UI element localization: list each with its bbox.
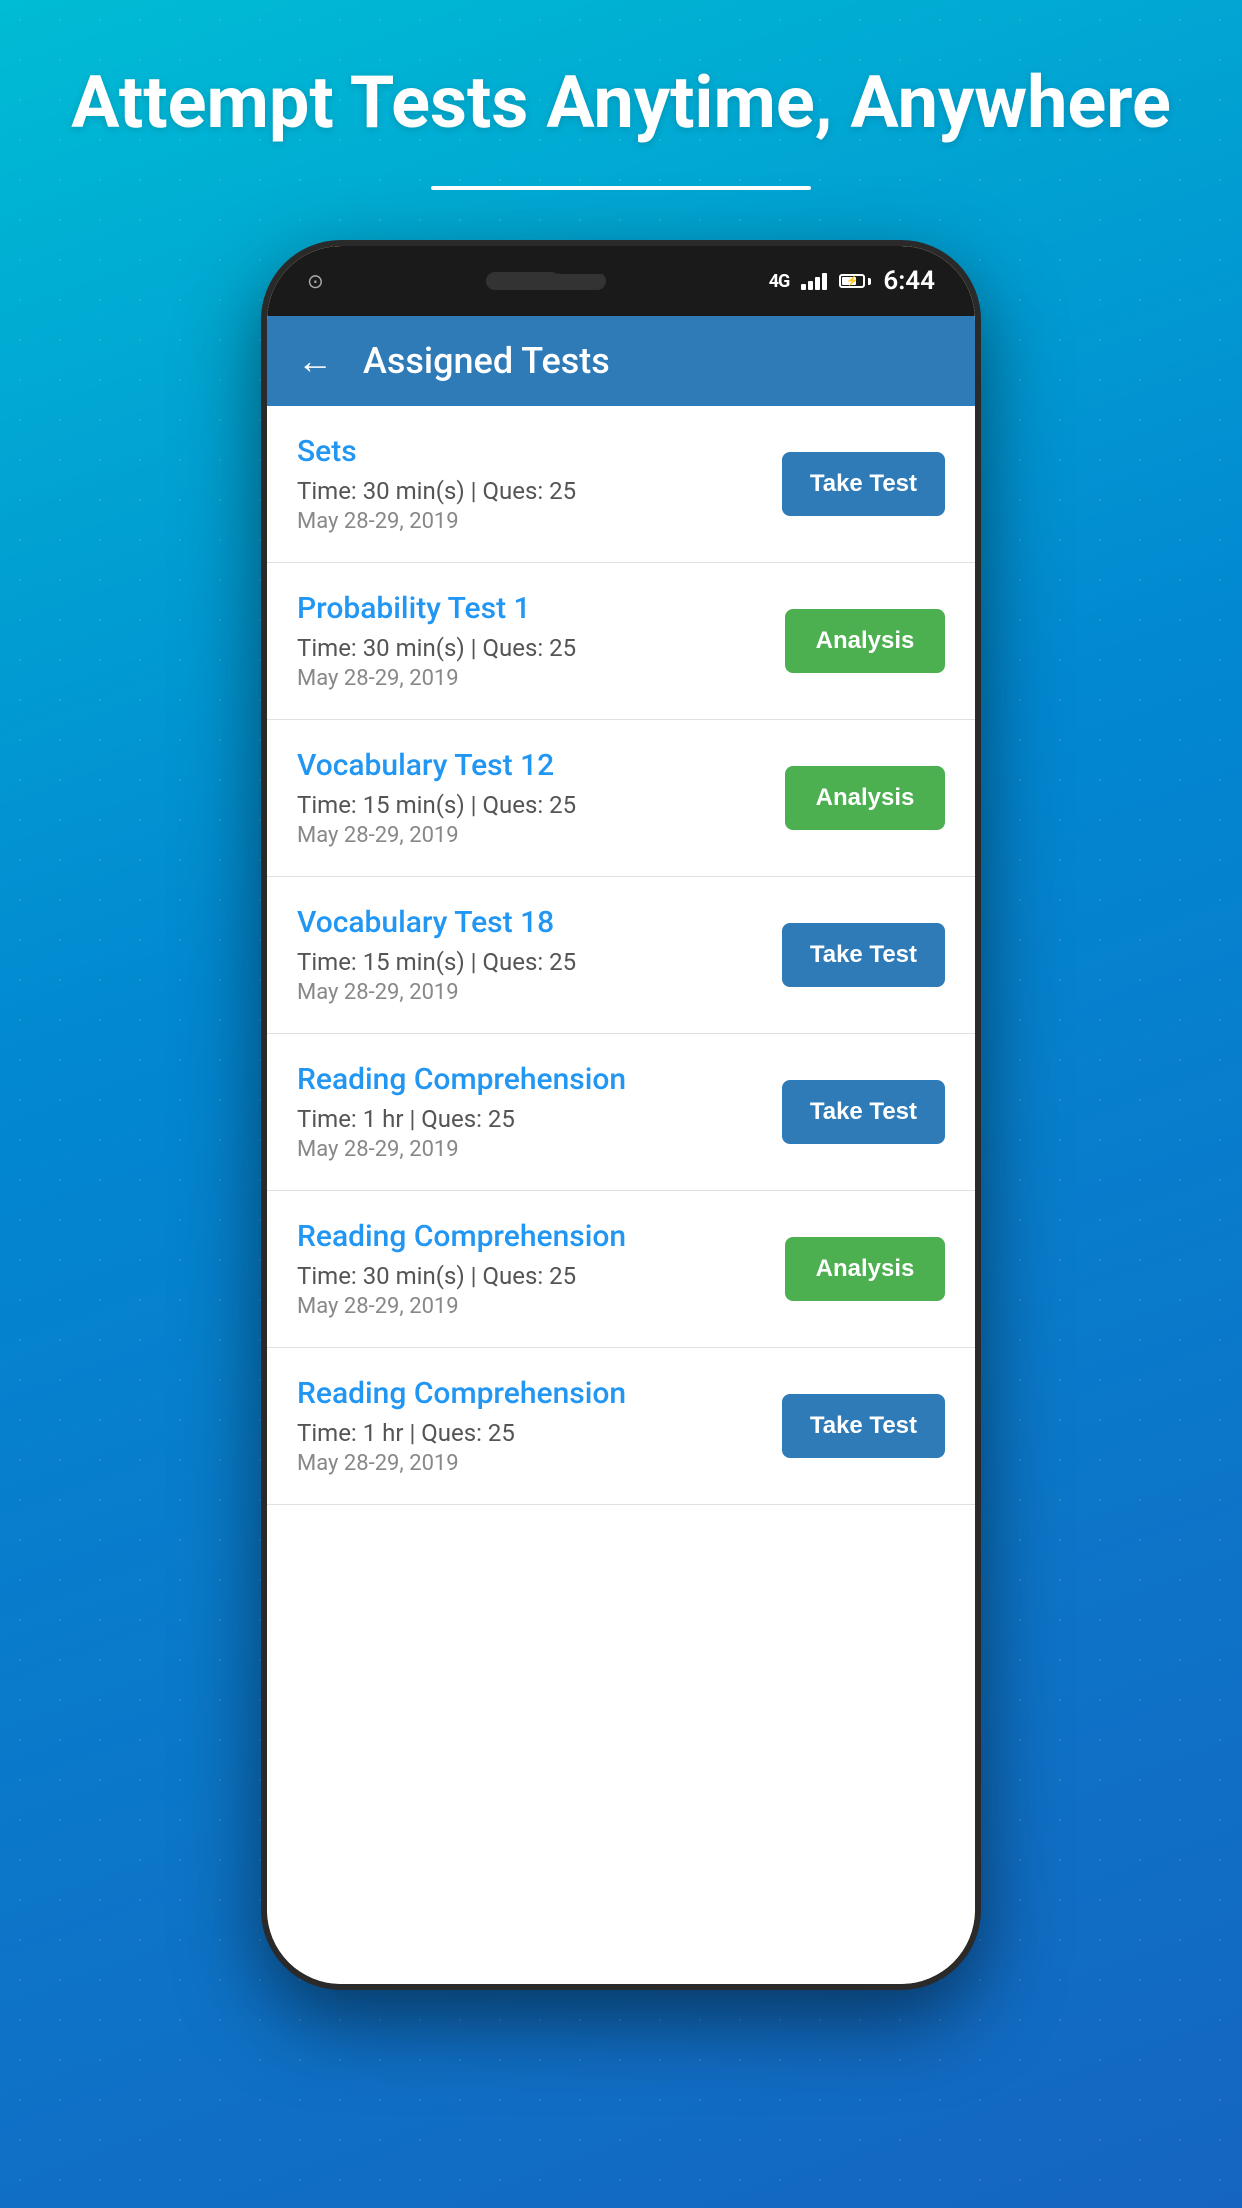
take-test-button[interactable]: Take Test <box>782 1080 945 1144</box>
status-speaker <box>486 272 606 290</box>
back-button[interactable]: ← <box>297 340 333 382</box>
status-right: 4G ⚡ 6:44 <box>769 266 935 296</box>
test-list: Sets Time: 30 min(s) | Ques: 25 May 28-29,… <box>267 406 975 1984</box>
test-name: Reading Comprehension <box>297 1219 785 1254</box>
test-meta: Time: 15 min(s) | Ques: 25 <box>297 948 782 976</box>
test-item: Probability Test 1 Time: 30 min(s) | Ques… <box>267 563 975 720</box>
test-item: Vocabulary Test 12 Time: 15 min(s) | Ques… <box>267 720 975 877</box>
take-test-button[interactable]: Take Test <box>782 923 945 987</box>
phone-inner: ⊙ 4G ⚡ 6:44 ← <box>267 246 975 1984</box>
analysis-button[interactable]: Analysis <box>785 766 945 830</box>
battery-icon: ⚡ <box>839 274 871 288</box>
test-meta: Time: 1 hr | Ques: 25 <box>297 1105 782 1133</box>
test-meta: Time: 30 min(s) | Ques: 25 <box>297 634 785 662</box>
test-info: Probability Test 1 Time: 30 min(s) | Ques… <box>297 591 785 691</box>
test-item: Reading Comprehension Time: 1 hr | Ques: … <box>267 1034 975 1191</box>
status-time: 6:44 <box>883 266 935 296</box>
test-item: Reading Comprehension Time: 1 hr | Ques: … <box>267 1348 975 1505</box>
test-item: Reading Comprehension Time: 30 min(s) | Q… <box>267 1191 975 1348</box>
test-info: Reading Comprehension Time: 1 hr | Ques: … <box>297 1376 782 1476</box>
take-test-button[interactable]: Take Test <box>782 452 945 516</box>
test-name: Reading Comprehension <box>297 1062 782 1097</box>
analysis-button[interactable]: Analysis <box>785 1237 945 1301</box>
test-date: May 28-29, 2019 <box>297 1137 782 1162</box>
test-info: Vocabulary Test 18 Time: 15 min(s) | Ques… <box>297 905 782 1005</box>
test-meta: Time: 30 min(s) | Ques: 25 <box>297 1262 785 1290</box>
test-date: May 28-29, 2019 <box>297 1294 785 1319</box>
test-date: May 28-29, 2019 <box>297 1451 782 1476</box>
app-header: ← Assigned Tests <box>267 316 975 406</box>
page-title: Assigned Tests <box>363 340 610 382</box>
test-date: May 28-29, 2019 <box>297 823 785 848</box>
test-name: Probability Test 1 <box>297 591 785 626</box>
test-date: May 28-29, 2019 <box>297 980 782 1005</box>
test-date: May 28-29, 2019 <box>297 666 785 691</box>
signal-bars <box>801 272 827 290</box>
test-info: Vocabulary Test 12 Time: 15 min(s) | Ques… <box>297 748 785 848</box>
test-item: Vocabulary Test 18 Time: 15 min(s) | Ques… <box>267 877 975 1034</box>
test-meta: Time: 15 min(s) | Ques: 25 <box>297 791 785 819</box>
test-name: Vocabulary Test 18 <box>297 905 782 940</box>
test-info: Sets Time: 30 min(s) | Ques: 25 May 28-29,… <box>297 434 782 534</box>
test-info: Reading Comprehension Time: 1 hr | Ques: … <box>297 1062 782 1162</box>
test-name: Vocabulary Test 12 <box>297 748 785 783</box>
hero-divider <box>431 186 811 190</box>
phone-frame: ⊙ 4G ⚡ 6:44 ← <box>261 240 981 1990</box>
phone-notch <box>541 246 701 274</box>
test-info: Reading Comprehension Time: 30 min(s) | Q… <box>297 1219 785 1319</box>
take-test-button[interactable]: Take Test <box>782 1394 945 1458</box>
status-left: ⊙ <box>307 269 324 293</box>
test-meta: Time: 30 min(s) | Ques: 25 <box>297 477 782 505</box>
test-meta: Time: 1 hr | Ques: 25 <box>297 1419 782 1447</box>
network-badge: 4G <box>769 271 790 292</box>
test-name: Sets <box>297 434 782 469</box>
status-icon: ⊙ <box>307 269 324 293</box>
test-item: Sets Time: 30 min(s) | Ques: 25 May 28-29,… <box>267 406 975 563</box>
test-name: Reading Comprehension <box>297 1376 782 1411</box>
test-date: May 28-29, 2019 <box>297 509 782 534</box>
analysis-button[interactable]: Analysis <box>785 609 945 673</box>
hero-title: Attempt Tests Anytime, Anywhere <box>11 60 1231 146</box>
